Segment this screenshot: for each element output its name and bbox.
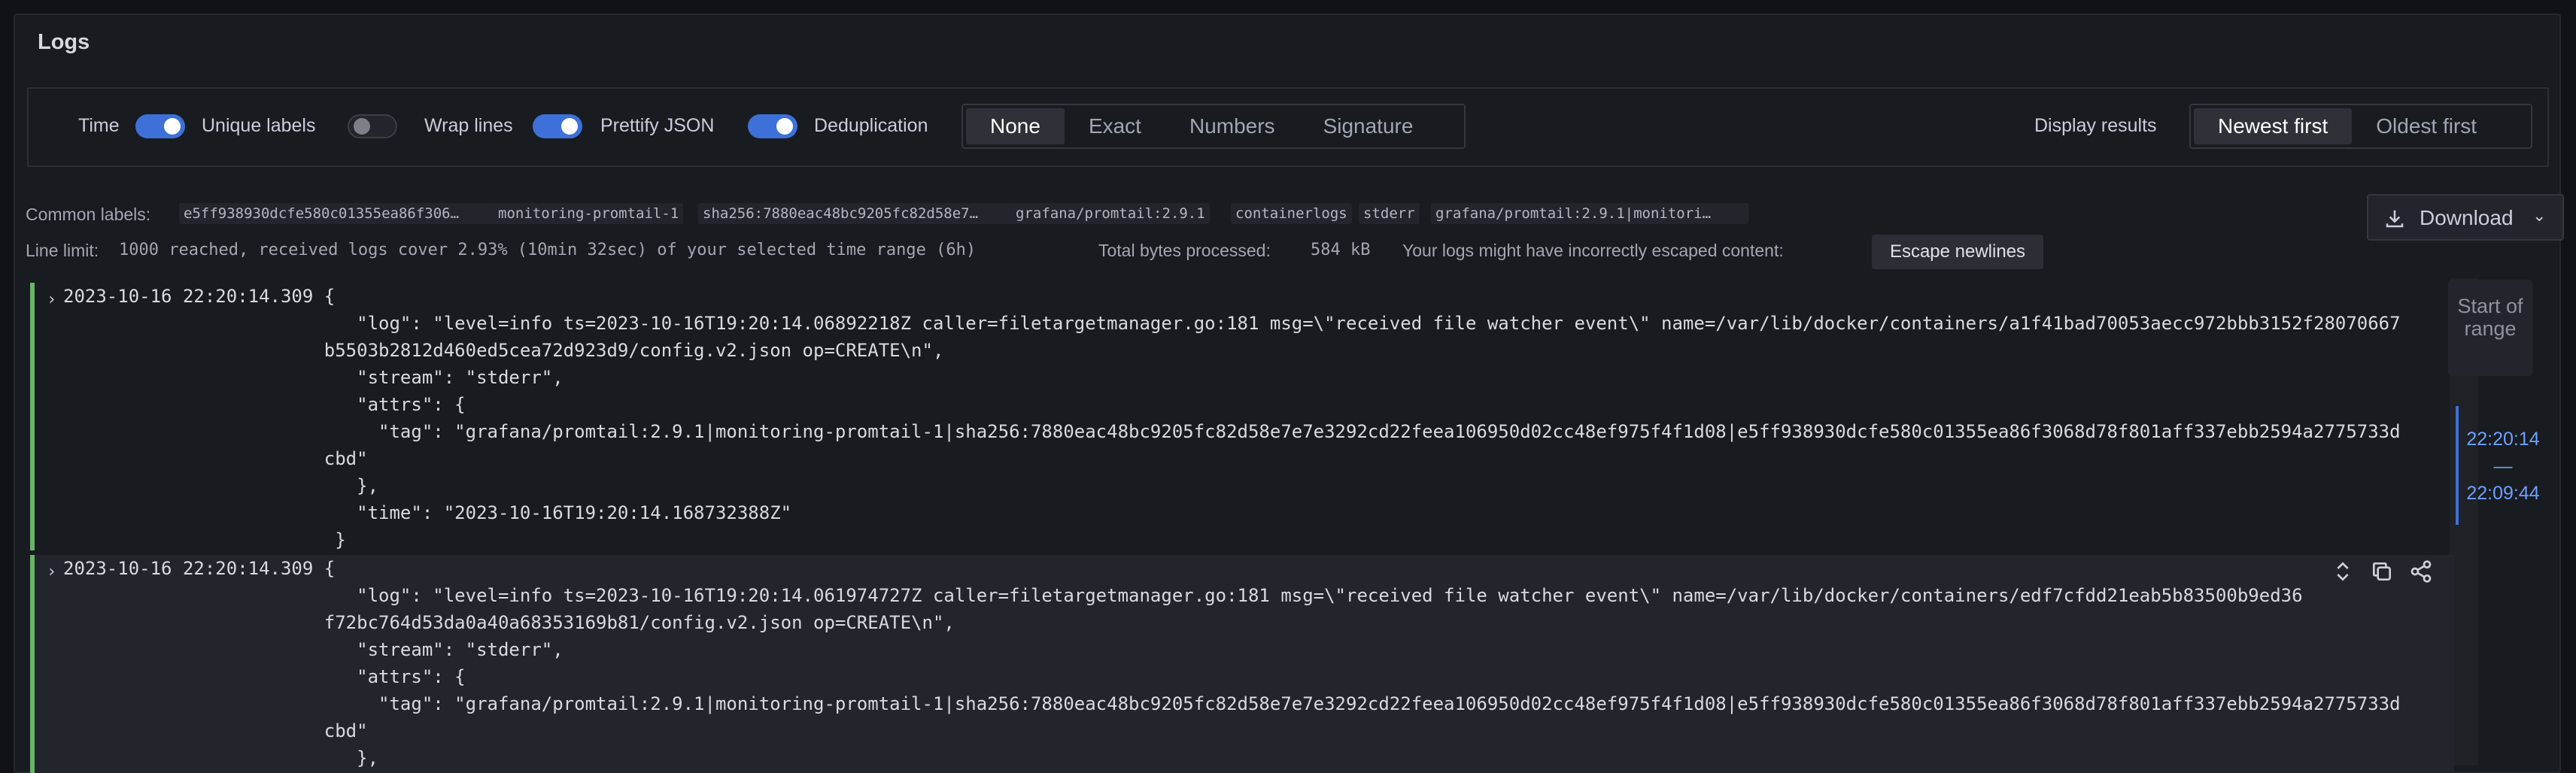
log-line: "log": "level=info ts=2023-10-16T19:20:1… <box>63 585 2303 606</box>
log-options-bar: Time Unique labels Wrap lines Prettify J… <box>27 87 2549 167</box>
download-icon <box>2383 208 2406 235</box>
range-to: 22:09:44 <box>2466 483 2540 504</box>
log-line: "tag": "grafana/promtail:2.9.1|monitorin… <box>63 693 2401 714</box>
label-tag: grafana/promtail:2.9.1 <box>1011 203 1210 224</box>
log-line: "log": "level=info ts=2023-10-16T19:20:1… <box>63 313 2401 334</box>
log-line: "time": "2023-10-16T19:20:14.168732388Z" <box>63 502 792 523</box>
log-line: "stream": "stderr", <box>63 639 564 660</box>
range-from: 22:20:14 <box>2466 429 2540 450</box>
label-tag: sha256:7880eac48bc9205fc82d58e7… <box>698 203 1026 224</box>
log-line: f72bc764d53da0a40a68353169b81/config.v2.… <box>63 612 955 633</box>
chevron-down-icon: ⌄ <box>2532 206 2547 225</box>
deduplication-label: Deduplication <box>814 115 928 136</box>
deduplication-selector: None Exact Numbers Signature <box>961 104 1466 149</box>
dedup-option-numbers[interactable]: Numbers <box>1165 108 1299 144</box>
time-toggle[interactable] <box>135 114 185 138</box>
label-tag: stderr <box>1359 203 1420 224</box>
prettify-json-label: Prettify JSON <box>600 115 715 136</box>
chevron-right-icon[interactable]: › <box>47 290 56 309</box>
download-button[interactable]: Download ⌄ <box>2367 194 2564 241</box>
unique-labels-label: Unique labels <box>202 115 316 136</box>
sort-order-selector: Newest first Oldest first <box>2189 104 2532 149</box>
label-tag: e5ff938930dcfe580c01355ea86f306… <box>179 203 498 224</box>
chevron-right-icon[interactable]: › <box>47 562 56 581</box>
wrap-lines-label: Wrap lines <box>424 115 513 136</box>
dedup-option-exact[interactable]: Exact <box>1065 108 1165 144</box>
download-label: Download <box>2420 206 2514 229</box>
label-tag: containerlogs <box>1231 203 1352 224</box>
expand-collapse-icon[interactable] <box>2331 559 2355 584</box>
bytes-processed-label: Total bytes processed: <box>1098 241 1271 260</box>
escape-warning: Your logs might have incorrectly escaped… <box>1402 241 1784 260</box>
line-limit-value: 1000 reached, received logs cover 2.93% … <box>119 241 977 259</box>
dedup-option-none[interactable]: None <box>966 108 1065 144</box>
log-line: "stream": "stderr", <box>63 367 564 388</box>
time-range-label[interactable]: 22:20:14 — 22:09:44 <box>2462 426 2544 507</box>
log-line: "tag": "grafana/promtail:2.9.1|monitorin… <box>63 421 2401 442</box>
log-row[interactable]: › 2023-10-16 22:20:14.309 { "log": "leve… <box>30 283 2454 550</box>
log-row-actions <box>2331 559 2433 584</box>
label-tag: monitoring-promtail-1 <box>494 203 684 224</box>
time-range-indicator <box>2456 406 2459 525</box>
range-dash: — <box>2493 456 2513 477</box>
log-line: b5503b2812d460ed5cea72d923d9/config.v2.j… <box>63 340 944 361</box>
common-labels-label: Common labels: <box>26 205 151 224</box>
dedup-option-signature[interactable]: Signature <box>1299 108 1438 144</box>
log-line: }, <box>63 747 379 768</box>
log-line: 2023-10-16 22:20:14.309 { <box>63 286 336 307</box>
prettify-json-toggle[interactable] <box>748 114 797 138</box>
line-limit-label: Line limit: <box>26 241 99 260</box>
log-line: "attrs": { <box>63 394 466 415</box>
log-line: } <box>63 529 346 550</box>
log-line: "attrs": { <box>63 666 466 687</box>
escape-newlines-button[interactable]: Escape newlines <box>1872 235 2043 269</box>
panel-title: Logs <box>38 30 90 54</box>
time-label: Time <box>78 115 120 136</box>
unique-labels-toggle[interactable] <box>348 114 397 138</box>
log-line: }, <box>63 475 379 496</box>
display-results-label: Display results <box>2034 115 2157 136</box>
share-icon[interactable] <box>2409 559 2433 584</box>
start-of-range-button[interactable]: Start of range <box>2448 280 2532 376</box>
wrap-lines-toggle[interactable] <box>533 114 582 138</box>
order-newest-first[interactable]: Newest first <box>2194 108 2353 144</box>
order-oldest-first[interactable]: Oldest first <box>2352 108 2501 144</box>
bytes-processed-value: 584 kB <box>1311 241 1371 259</box>
log-line: 2023-10-16 22:20:14.309 { <box>63 558 336 579</box>
copy-icon[interactable] <box>2370 559 2394 584</box>
log-line: cbd" <box>63 448 368 469</box>
log-line: cbd" <box>63 720 368 741</box>
log-row[interactable]: › 2023-10-16 22:20:14.309 { "log": "leve… <box>30 555 2454 773</box>
label-tag: grafana/promtail:2.9.1|monitori… <box>1431 203 1748 224</box>
